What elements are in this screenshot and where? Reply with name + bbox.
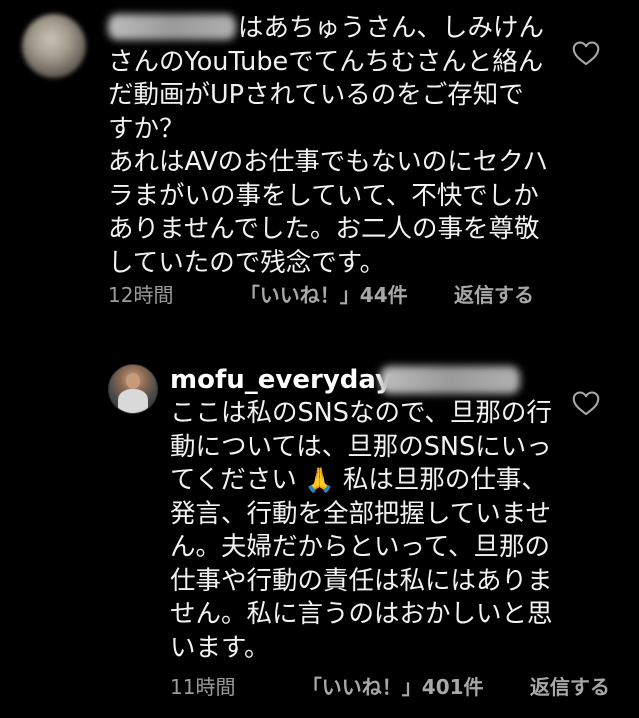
heart-icon[interactable] [572, 40, 600, 66]
comment-text-paragraph-2: あれはAVのお仕事でもないのにセクハラまがいの事をしていて、不快でしかありません… [108, 147, 548, 278]
avatar-body [118, 389, 148, 413]
comment-timestamp: 11時間 [170, 675, 236, 699]
avatar[interactable] [22, 14, 86, 78]
reply-button[interactable]: 返信する [530, 674, 610, 700]
comment-meta: 11時間 「いいね！」401件 返信する [170, 674, 610, 700]
comment-text: ここは私のSNSなので、旦那の行動については、旦那のSNSにいってください 🙏 … [170, 397, 570, 665]
comment-timestamp: 12時間 [108, 283, 174, 307]
likes-count-link[interactable]: 「いいね！」401件 [302, 674, 484, 700]
comment-meta: 12時間 「いいね！」44件 返信する [108, 282, 534, 308]
avatar-face [126, 373, 140, 389]
heart-icon[interactable] [572, 390, 600, 416]
avatar[interactable] [108, 364, 158, 414]
reply-button[interactable]: 返信する [454, 282, 534, 308]
folded-hands-icon: 🙏 [304, 466, 335, 494]
comment-text: はあちゅうさん、しみけんさんのYouTubeでてんちむさんと絡んだ動画がUPされ… [108, 13, 545, 144]
username-suffix-redacted [380, 366, 520, 394]
username-link[interactable]: mofu_everyday [170, 364, 392, 396]
likes-count-link[interactable]: 「いいね！」44件 [240, 282, 408, 308]
